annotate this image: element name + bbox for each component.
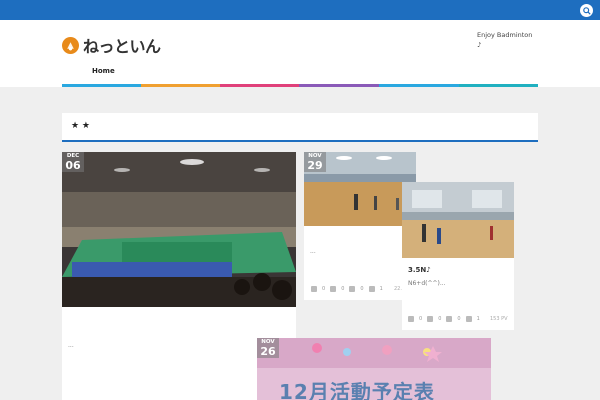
- post-stats: 0 0 0 1: [311, 286, 383, 292]
- post-card[interactable]: 12月活動予定表 NOV 26: [257, 338, 491, 400]
- date-day: 29: [307, 159, 323, 172]
- comment-icon: [349, 286, 356, 292]
- share-icon: [465, 316, 472, 322]
- post-excerpt: ...: [68, 342, 74, 349]
- stat-value: 0: [322, 286, 326, 292]
- comment-icon: [446, 316, 453, 322]
- color-stripe-2: [141, 84, 220, 87]
- date-day: 26: [260, 345, 276, 358]
- post-excerpt: N6+d(^^)...: [408, 280, 446, 287]
- stat-value: 0: [438, 316, 442, 322]
- date-badge: DEC 06: [62, 152, 84, 172]
- post-card[interactable]: NOV 29 ... 0 0 0 1 22...: [304, 152, 416, 300]
- post-thumbnail: [402, 182, 514, 258]
- post-thumbnail: [62, 152, 296, 307]
- facebook-icon: [408, 316, 414, 322]
- hatena-icon: [330, 286, 337, 292]
- share-icon: [368, 286, 375, 292]
- schedule-image-text: 12月活動予定表: [279, 380, 435, 400]
- color-stripe-1: [62, 84, 141, 87]
- stat-value: 0: [360, 286, 364, 292]
- stat-value: 0: [341, 286, 345, 292]
- search-button[interactable]: [580, 4, 593, 17]
- tagline-line2: ♪: [477, 41, 482, 49]
- date-badge: NOV 29: [304, 152, 326, 172]
- page-views: 153 PV: [490, 316, 508, 322]
- site-logo[interactable]: ねっといん: [62, 33, 161, 57]
- facebook-icon: [311, 286, 317, 292]
- post-excerpt: ...: [310, 248, 316, 255]
- page-title-bar: ★ ★: [62, 113, 538, 142]
- hatena-icon: [427, 316, 434, 322]
- stat-value: 1: [476, 316, 480, 322]
- color-stripe-5: [379, 84, 459, 87]
- color-stripe-4: [299, 84, 379, 87]
- nav-home-link[interactable]: Home: [92, 67, 115, 75]
- badminton-shuttle-icon: [62, 36, 79, 54]
- post-title[interactable]: 3.5N♪: [408, 266, 431, 274]
- color-stripe-3: [220, 84, 299, 87]
- stat-value: 0: [419, 316, 423, 322]
- post-stats: 0 0 0 1: [408, 316, 480, 322]
- top-bar: [0, 0, 600, 20]
- page-title: ★ ★: [71, 121, 90, 131]
- post-card[interactable]: 3.5N♪ N6+d(^^)... 0 0 0 1 153 PV: [402, 182, 514, 330]
- stat-value: 0: [457, 316, 461, 322]
- date-badge: NOV 26: [257, 338, 279, 358]
- site-tagline: Enjoy Badminton ♪: [477, 30, 537, 50]
- date-day: 06: [65, 159, 81, 172]
- logo-text: ねっといん: [83, 37, 161, 56]
- tagline-line1: Enjoy Badminton: [477, 31, 533, 39]
- search-icon: [582, 6, 591, 15]
- stat-value: 1: [379, 286, 383, 292]
- color-stripe-6: [459, 84, 538, 87]
